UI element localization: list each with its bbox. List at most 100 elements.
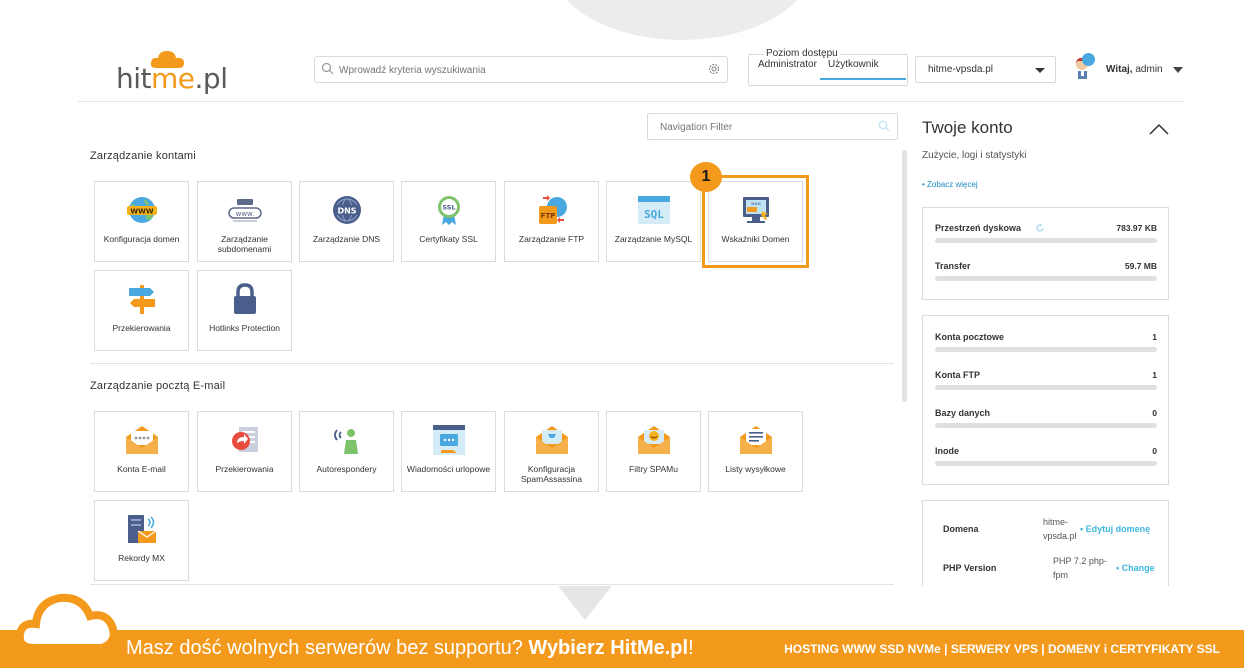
- section-divider: [90, 584, 894, 585]
- tile-spamassassin[interactable]: Konfiguracja SpamAssassina: [504, 411, 599, 492]
- logo-text: hitme.pl: [116, 62, 228, 95]
- tile-domain-config[interactable]: WWW Konfiguracja domen: [94, 181, 189, 262]
- access-admin-tab[interactable]: Administrator: [758, 59, 817, 70]
- tile-spam-filters[interactable]: Filtry SPAMu: [606, 411, 701, 492]
- stat-progress-bar: [935, 238, 1157, 243]
- top-header: hitme.pl Poziom dostępu Administrator Uż…: [78, 40, 1184, 102]
- tile-label: Konfiguracja SpamAssassina: [521, 464, 582, 484]
- stat-progress-bar: [935, 276, 1157, 281]
- stat-progress-bar: [935, 385, 1157, 390]
- svg-text:www.: www.: [236, 210, 255, 218]
- svg-text:FTP: FTP: [541, 212, 556, 220]
- mailing-list-icon: [740, 426, 772, 454]
- search-icon: [321, 62, 334, 75]
- svg-text:WWW: WWW: [130, 208, 153, 216]
- tile-mx-records[interactable]: Rekordy MX: [94, 500, 189, 581]
- svg-text:SSL: SSL: [442, 204, 455, 212]
- ssl-badge-icon: SSL: [438, 196, 460, 225]
- signpost-icon: [129, 285, 155, 314]
- active-tab-underline: [820, 78, 906, 80]
- account-panel-title: Twoje konto: [922, 118, 1013, 137]
- tile-ftp[interactable]: FTP Zarządzanie FTP: [504, 181, 599, 262]
- stat-label: Konta FTP: [935, 370, 980, 380]
- tile-ssl[interactable]: SSL Certyfikaty SSL: [401, 181, 496, 262]
- edit-domain-link[interactable]: • Edytuj domenę: [1080, 524, 1150, 534]
- tile-vacation-messages[interactable]: Wiadomości urlopowe: [401, 411, 496, 492]
- tile-email-accounts[interactable]: Konta E-mail: [94, 411, 189, 492]
- change-php-link[interactable]: • Change: [1116, 563, 1155, 573]
- tile-mailing-lists[interactable]: Listy wysyłkowe: [708, 411, 803, 492]
- domain-value: hitme-vpsda.pl: [1043, 517, 1077, 541]
- mail-forward-icon: [232, 427, 258, 452]
- tile-label: Listy wysyłkowe: [725, 464, 786, 474]
- svg-text:SQL: SQL: [644, 208, 664, 221]
- tile-label: Zarządzanie subdomenami: [217, 234, 272, 254]
- stat-label: Transfer: [935, 261, 971, 271]
- server-select-value: hitme-vpsda.pl: [928, 64, 994, 75]
- stat-progress-bar: [935, 461, 1157, 466]
- stat-value: 0: [1152, 446, 1157, 456]
- user-menu[interactable]: Witaj, admin: [1072, 52, 1184, 86]
- spam-filter-icon: [638, 426, 670, 454]
- svg-text:DNS: DNS: [337, 207, 356, 216]
- tile-hotlinks-protection[interactable]: Hotlinks Protection: [197, 270, 292, 351]
- stat-progress-bar: [935, 423, 1157, 428]
- tile-label: Konfiguracja domen: [103, 234, 180, 244]
- stat-value: 1: [1152, 332, 1157, 342]
- autoresponder-icon: [334, 429, 358, 454]
- main-scrollbar[interactable]: [902, 150, 907, 402]
- tile-redirects[interactable]: Przekierowania: [94, 270, 189, 351]
- tile-label: Przekierowania: [215, 464, 274, 474]
- see-more-link[interactable]: • Zobacz więcej: [922, 180, 978, 189]
- access-user-tab[interactable]: Użytkownik: [828, 59, 879, 70]
- decorative-arc: [552, 0, 812, 40]
- decorative-triangle: [558, 586, 612, 620]
- subdomain-icon: www.: [228, 199, 262, 222]
- user-greeting: Witaj, admin: [1106, 64, 1163, 75]
- stat-value: 0: [1152, 408, 1157, 418]
- access-level-switch: Poziom dostępu Administrator Użytkownik: [748, 48, 908, 86]
- stat-progress-bar: [935, 347, 1157, 352]
- gear-icon[interactable]: [707, 62, 721, 76]
- access-level-title: Poziom dostępu: [764, 48, 840, 59]
- tile-mysql[interactable]: SQL Zarządzanie MySQL: [606, 181, 701, 262]
- tile-subdomains[interactable]: www. Zarządzanie subdomenami: [197, 181, 292, 262]
- chevron-down-icon: [1035, 68, 1045, 73]
- tile-label: Rekordy MX: [118, 553, 165, 563]
- section-title-accounts: Zarządzanie kontami: [90, 150, 196, 162]
- navigation-filter-input[interactable]: [660, 119, 860, 135]
- refresh-icon[interactable]: [1035, 223, 1045, 233]
- stat-value: 1: [1152, 370, 1157, 380]
- hitme-logo[interactable]: hitme.pl: [116, 48, 228, 95]
- tile-label: Autorespondery: [316, 464, 377, 474]
- stat-label: Konta pocztowe: [935, 332, 1004, 342]
- php-version-label: PHP Version: [943, 563, 997, 573]
- cloud-icon: [16, 593, 118, 652]
- php-version-value: PHP 7.2 php-fpm: [1053, 556, 1107, 580]
- navigation-filter[interactable]: [647, 113, 898, 140]
- tile-label: Konta E-mail: [117, 464, 166, 474]
- banner-services: HOSTING WWW SSD NVMe | SERWERY VPS | DOM…: [784, 642, 1220, 656]
- stat-label: Bazy danych: [935, 408, 991, 418]
- chevron-up-icon[interactable]: [1148, 122, 1170, 136]
- tile-label: Zarządzanie MySQL: [614, 234, 693, 244]
- server-select[interactable]: hitme-vpsda.pl: [915, 56, 1056, 83]
- account-panel-subtitle: Zużycie, logi i statystyki: [922, 150, 1027, 161]
- tile-label: Zarządzanie FTP: [518, 234, 585, 244]
- usage-card: Przestrzeń dyskowa 783.97 KB Transfer 59…: [922, 207, 1169, 300]
- notification-badge[interactable]: [1082, 53, 1095, 66]
- stat-value: 59.7 MB: [1124, 261, 1157, 271]
- ftp-icon: FTP: [539, 195, 567, 224]
- global-search[interactable]: [314, 56, 728, 83]
- tile-autoresponders[interactable]: Autorespondery: [299, 411, 394, 492]
- tile-label: Przekierowania: [112, 323, 171, 333]
- tile-dns[interactable]: DNS Zarządzanie DNS: [299, 181, 394, 262]
- sql-icon: SQL: [638, 196, 670, 224]
- chevron-down-icon: [1173, 67, 1183, 73]
- dns-globe-icon: DNS: [333, 196, 361, 224]
- tile-mail-redirects[interactable]: Przekierowania: [197, 411, 292, 492]
- stat-label: Przestrzeń dyskowa: [935, 223, 1022, 233]
- info-card: Domena hitme-vpsda.pl • Edytuj domenę PH…: [922, 500, 1169, 586]
- search-input[interactable]: [339, 61, 699, 79]
- spamassassin-icon: [536, 426, 568, 454]
